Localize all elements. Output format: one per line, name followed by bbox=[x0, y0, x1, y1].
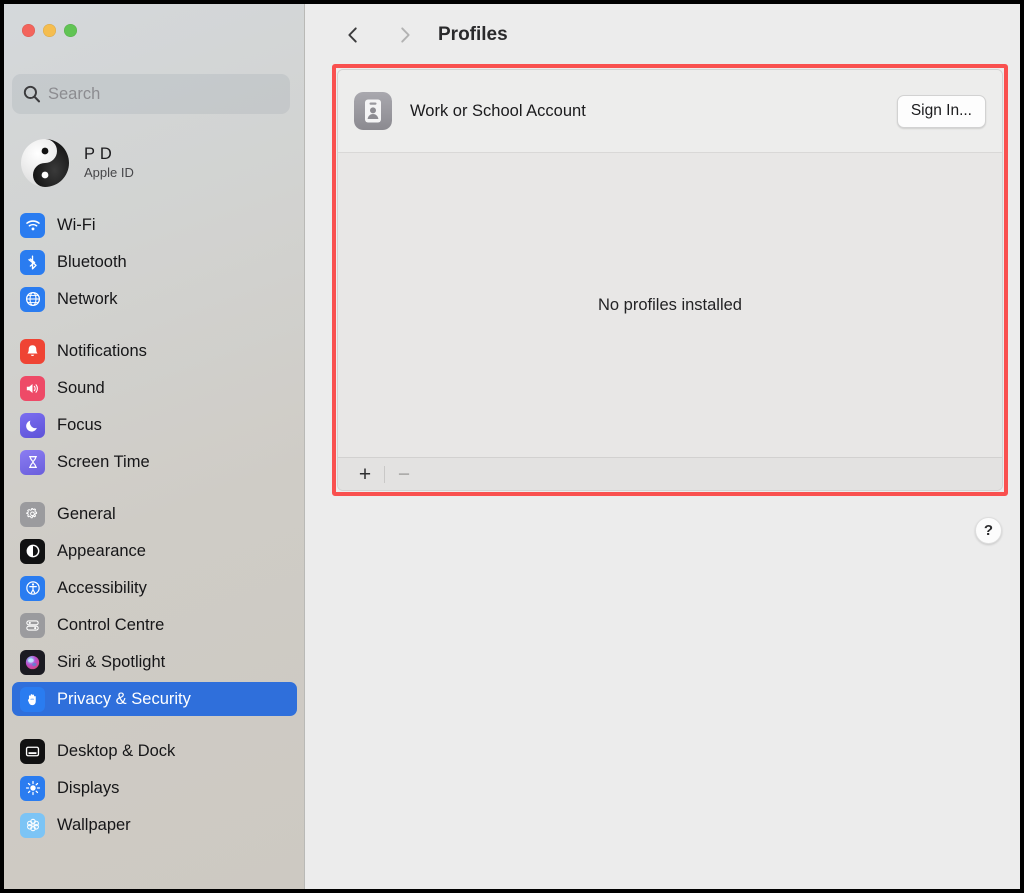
search-icon bbox=[23, 85, 41, 103]
sidebar-item-label: Notifications bbox=[57, 341, 147, 360]
profiles-list-empty: No profiles installed bbox=[338, 153, 1002, 457]
sidebar-item-general[interactable]: General bbox=[12, 497, 297, 531]
sidebar-item-label: Appearance bbox=[57, 541, 146, 560]
sidebar-item-label: Desktop & Dock bbox=[57, 741, 176, 760]
forward-button[interactable] bbox=[388, 18, 422, 52]
id-badge-icon bbox=[354, 92, 392, 130]
bell-icon bbox=[20, 338, 45, 364]
sidebar-item-displays[interactable]: Displays bbox=[12, 771, 297, 805]
toolbar-divider bbox=[384, 465, 385, 483]
siri-orb-icon bbox=[20, 649, 45, 675]
sidebar-group-alerts: Notifications Sound Focus Screen Time bbox=[4, 334, 304, 479]
sidebar-item-label: Wallpaper bbox=[57, 815, 131, 834]
bluetooth-icon bbox=[20, 249, 45, 275]
work-school-account-row[interactable]: Work or School Account Sign In... bbox=[338, 70, 1002, 153]
main-panel: Profiles Work or School Account Sign In.… bbox=[306, 4, 1020, 889]
sidebar-item-label: Sound bbox=[57, 378, 105, 397]
sidebar-item-label: Wi-Fi bbox=[57, 215, 96, 234]
control-centre-icon bbox=[20, 612, 45, 638]
wallpaper-flower-icon bbox=[20, 812, 45, 838]
zoom-button[interactable] bbox=[64, 24, 77, 37]
hand-icon bbox=[20, 686, 45, 712]
sidebar: Search P D Apple ID Wi-Fi Bluetooth Netw… bbox=[4, 4, 305, 889]
moon-icon bbox=[20, 412, 45, 438]
sidebar-item-siri-spotlight[interactable]: Siri & Spotlight bbox=[12, 645, 297, 679]
hourglass-icon bbox=[20, 449, 45, 475]
search-input[interactable]: Search bbox=[12, 74, 290, 114]
apple-id-account-row[interactable]: P D Apple ID bbox=[12, 130, 297, 196]
profiles-toolbar: + − bbox=[338, 457, 1002, 490]
remove-profile-button: − bbox=[397, 462, 411, 486]
sidebar-item-desktop-dock[interactable]: Desktop & Dock bbox=[12, 734, 297, 768]
sidebar-item-screen-time[interactable]: Screen Time bbox=[12, 445, 297, 479]
sidebar-item-accessibility[interactable]: Accessibility bbox=[12, 571, 297, 605]
avatar bbox=[21, 139, 69, 187]
toolbar: Profiles bbox=[306, 4, 1020, 66]
sidebar-item-label: Displays bbox=[57, 778, 120, 797]
sidebar-item-privacy-security[interactable]: Privacy & Security bbox=[12, 682, 297, 716]
account-name: P D bbox=[84, 144, 113, 163]
sidebar-item-label: Screen Time bbox=[57, 452, 150, 471]
close-button[interactable] bbox=[22, 24, 35, 37]
brightness-icon bbox=[20, 775, 45, 801]
page-title: Profiles bbox=[438, 24, 508, 45]
sidebar-item-sound[interactable]: Sound bbox=[12, 371, 297, 405]
sidebar-item-label: Siri & Spotlight bbox=[57, 652, 166, 671]
appearance-circle-icon bbox=[20, 538, 45, 564]
accessibility-icon bbox=[20, 575, 45, 601]
sidebar-item-label: Focus bbox=[57, 415, 102, 434]
sidebar-group-system: General Appearance Accessibility Control… bbox=[4, 497, 304, 716]
sidebar-item-wallpaper[interactable]: Wallpaper bbox=[12, 808, 297, 842]
sidebar-item-label: General bbox=[57, 504, 116, 523]
sidebar-item-network[interactable]: Network bbox=[12, 282, 297, 316]
sidebar-item-label: Network bbox=[57, 289, 118, 308]
add-profile-button[interactable]: + bbox=[350, 461, 380, 487]
sidebar-item-label: Control Centre bbox=[57, 615, 165, 634]
empty-state-text: No profiles installed bbox=[598, 295, 742, 314]
account-subtitle: Apple ID bbox=[84, 165, 134, 181]
window-traffic-lights bbox=[22, 24, 77, 37]
sidebar-item-label: Accessibility bbox=[57, 578, 147, 597]
network-globe-icon bbox=[20, 286, 45, 312]
back-button[interactable] bbox=[336, 18, 370, 52]
account-text: P D Apple ID bbox=[84, 144, 134, 183]
sidebar-item-label: Privacy & Security bbox=[57, 689, 191, 708]
sidebar-item-control-centre[interactable]: Control Centre bbox=[12, 608, 297, 642]
sidebar-item-wi-fi[interactable]: Wi-Fi bbox=[12, 208, 297, 242]
sidebar-item-notifications[interactable]: Notifications bbox=[12, 334, 297, 368]
chevron-left-icon bbox=[348, 27, 357, 43]
sidebar-group-desktop: Desktop & Dock Displays Wallpaper bbox=[4, 734, 304, 842]
profiles-card: Work or School Account Sign In... No pro… bbox=[337, 69, 1003, 491]
help-button[interactable]: ? bbox=[975, 517, 1002, 544]
minimize-button[interactable] bbox=[43, 24, 56, 37]
sidebar-item-label: Bluetooth bbox=[57, 252, 127, 271]
system-settings-window: Search P D Apple ID Wi-Fi Bluetooth Netw… bbox=[0, 0, 1024, 893]
sidebar-nav: Wi-Fi Bluetooth Network Notifications So… bbox=[4, 208, 304, 860]
work-school-account-label: Work or School Account bbox=[410, 101, 586, 120]
wifi-icon bbox=[20, 212, 45, 238]
search-placeholder: Search bbox=[48, 84, 101, 103]
sidebar-item-bluetooth[interactable]: Bluetooth bbox=[12, 245, 297, 279]
desktop-dock-icon bbox=[20, 738, 45, 764]
sidebar-item-appearance[interactable]: Appearance bbox=[12, 534, 297, 568]
chevron-right-icon bbox=[401, 27, 410, 43]
speaker-icon bbox=[20, 375, 45, 401]
sign-in-button[interactable]: Sign In... bbox=[896, 94, 986, 128]
sidebar-group-network: Wi-Fi Bluetooth Network bbox=[4, 208, 304, 316]
sidebar-item-focus[interactable]: Focus bbox=[12, 408, 297, 442]
gear-icon bbox=[20, 501, 45, 527]
